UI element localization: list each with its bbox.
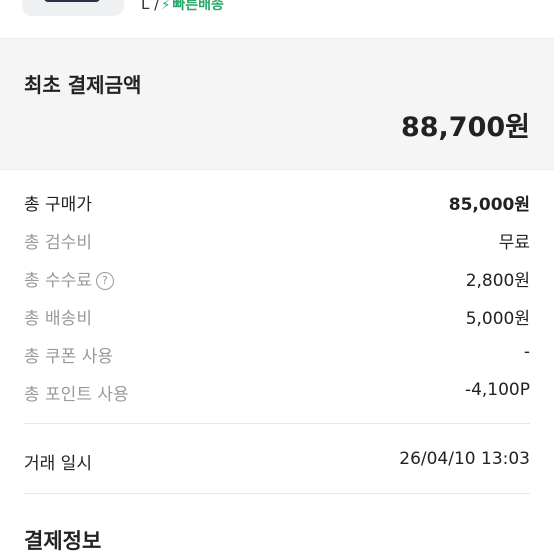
breakdown-row-points: 총 포인트 사용 -4,100P <box>0 376 554 414</box>
total-price-label: 총 구매가 <box>24 195 92 215</box>
commission-label-wrap: 총 수수료? <box>24 266 114 291</box>
commission-value: 2,800원 <box>465 271 530 291</box>
trade-datetime-row: 거래 일시 26/04/10 13:03 <box>0 447 554 477</box>
breakdown-row-coupon: 총 쿠폰 사용 - <box>0 338 554 376</box>
product-image-shape <box>44 0 100 2</box>
question-circle-icon[interactable]: ? <box>95 272 114 290</box>
breakdown-row-inspection-fee: 총 검수비 무료 <box>0 224 554 262</box>
payment-info-title: 결제정보 <box>24 529 102 553</box>
coupon-value: - <box>523 342 530 362</box>
coupon-label: 총 쿠폰 사용 <box>24 347 114 367</box>
trade-datetime-label: 거래 일시 <box>24 454 92 474</box>
shipping-fee-label: 총 배송비 <box>24 309 92 329</box>
total-price-value: 85,000원 <box>448 195 530 215</box>
breakdown-row-shipping-fee: 총 배송비 5,000원 <box>0 300 554 338</box>
lightning-bolt-icon: ⚡ <box>161 0 171 13</box>
payment-breakdown-list: 총 구매가 85,000원 총 검수비 무료 총 수수료? 2,800원 총 배… <box>0 186 554 414</box>
commission-label: 총 수수료 <box>24 271 92 291</box>
fast-shipping-label: 빠른배송 <box>172 0 224 13</box>
breakdown-row-commission: 총 수수료? 2,800원 <box>0 262 554 300</box>
product-summary-strip: L / ⚡ 빠른배송 <box>0 0 554 38</box>
initial-payment-summary: 최초 결제금액 88,700원 <box>0 38 554 170</box>
inspection-fee-value: 무료 <box>498 233 530 253</box>
initial-payment-label: 최초 결제금액 <box>24 73 142 97</box>
points-value: -4,100P <box>464 380 530 400</box>
section-divider <box>24 423 530 424</box>
initial-payment-amount: 88,700원 <box>400 112 530 143</box>
shipping-fee-value: 5,000원 <box>465 309 530 329</box>
trade-datetime-value: 26/04/10 13:03 <box>399 449 530 469</box>
product-option: L / ⚡ 빠른배송 <box>141 0 224 14</box>
inspection-fee-label: 총 검수비 <box>24 233 92 253</box>
section-divider <box>24 493 530 494</box>
points-label: 총 포인트 사용 <box>24 385 129 405</box>
size-option-label: L / <box>141 0 160 13</box>
product-thumbnail[interactable] <box>22 0 124 16</box>
breakdown-row-total-price: 총 구매가 85,000원 <box>0 186 554 224</box>
